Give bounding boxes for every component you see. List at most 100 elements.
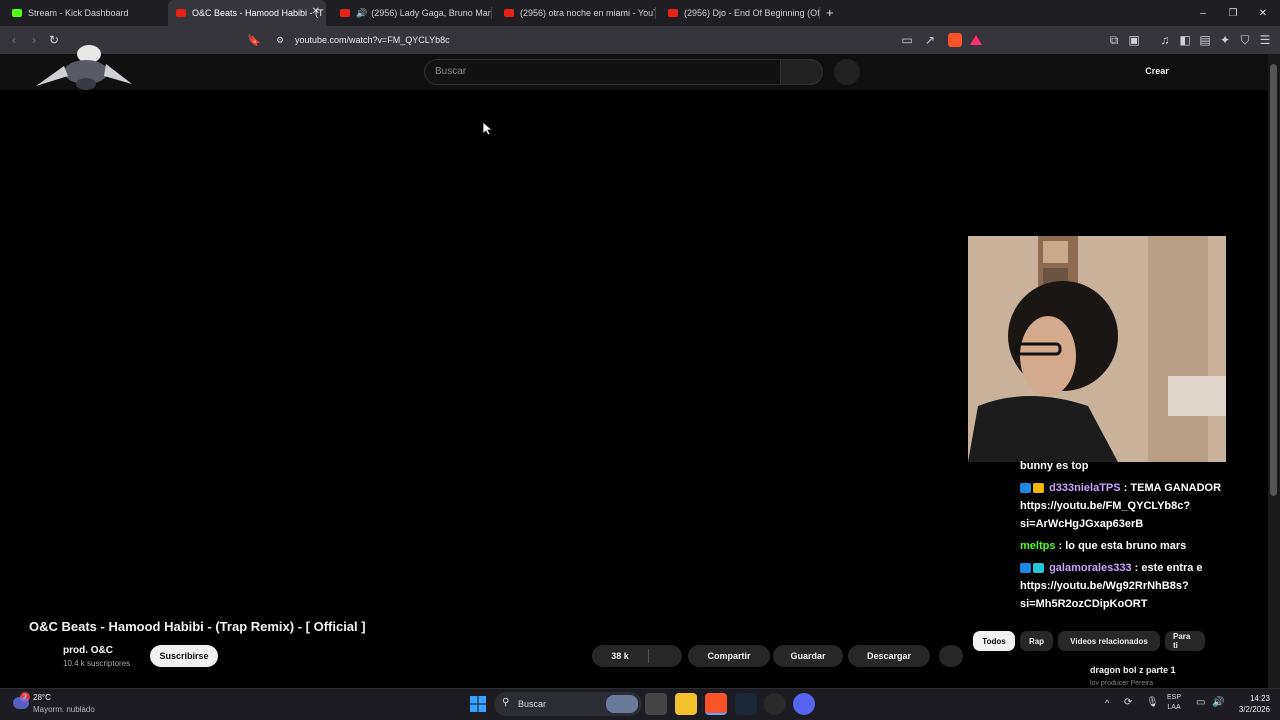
leo-ai-icon[interactable]: ✦ xyxy=(1215,26,1235,54)
channel-name[interactable]: prod. O&C xyxy=(63,645,113,656)
share-button[interactable]: Compartir xyxy=(688,645,770,667)
wallet-icon[interactable]: ▤ xyxy=(1195,26,1215,54)
chat-text: : lo que esta bruno mars xyxy=(1055,540,1187,552)
tab-lady-gaga[interactable]: 🔊 (2956) Lady Gaga, Bruno Mars - D xyxy=(332,0,492,26)
new-tab-button[interactable]: + xyxy=(826,5,834,20)
search-input[interactable]: Buscar xyxy=(424,59,781,85)
brave-browser-icon[interactable] xyxy=(705,693,727,715)
scrollbar-thumb[interactable] xyxy=(1270,64,1277,496)
like-button[interactable]: 38 k xyxy=(592,651,648,661)
subscriber-count: 10.4 k suscriptores xyxy=(63,659,131,668)
minimize-button[interactable]: – xyxy=(1188,0,1218,26)
browser-toolbar xyxy=(0,26,1280,54)
tab-kick-dashboard[interactable]: Stream - Kick Dashboard xyxy=(4,0,166,26)
language-indicator[interactable]: ESP LAA xyxy=(1167,693,1181,713)
chip-videos-relacionados[interactable]: Videos relacionados xyxy=(1058,631,1160,651)
weather-description[interactable]: Mayorm. nublado xyxy=(33,705,95,714)
chat-username: meltps xyxy=(1020,540,1056,552)
search-button[interactable] xyxy=(780,59,823,85)
screenshot-icon[interactable]: ▣ xyxy=(1124,26,1144,54)
tab-hamood-habibi[interactable]: O&C Beats - Hamood Habibi - (T ✕ xyxy=(168,0,326,26)
cloud-icon xyxy=(13,697,29,709)
share-icon[interactable]: ↗ xyxy=(920,26,940,54)
mouse-cursor-icon xyxy=(482,121,494,141)
weather-temperature[interactable]: 28°C xyxy=(33,693,51,702)
dislike-button[interactable] xyxy=(649,645,682,667)
more-actions-button[interactable] xyxy=(939,645,963,667)
windows-start-icon[interactable] xyxy=(470,696,486,712)
tab-label: O&C Beats - Hamood Habibi - (T xyxy=(192,8,324,18)
webcam-overlay xyxy=(968,236,1226,462)
back-icon[interactable]: ‹ xyxy=(4,26,24,54)
close-tab-icon[interactable]: ✕ xyxy=(312,6,320,17)
chat-message: meltps : lo que esta bruno mars xyxy=(1020,537,1230,555)
clock-time: 14:23 xyxy=(1249,694,1270,703)
tab-otra-noche[interactable]: (2956) otra noche en miami - YouTub xyxy=(496,0,656,26)
discord-icon[interactable] xyxy=(793,693,815,715)
task-view-icon[interactable] xyxy=(645,693,667,715)
youtube-icon xyxy=(504,9,514,17)
youtube-icon xyxy=(668,9,678,17)
crown-badge-icon xyxy=(1033,483,1044,494)
search-icon: ⚲ xyxy=(502,697,510,708)
maximize-button[interactable]: ❐ xyxy=(1218,0,1248,26)
taskbar-search-label: Buscar xyxy=(518,699,547,709)
chip-rap[interactable]: Rap xyxy=(1020,631,1053,651)
tab-label: (2956) Lady Gaga, Bruno Mars - D xyxy=(371,8,492,18)
tab-djo[interactable]: (2956) Djo - End Of Beginning (Offici xyxy=(660,0,820,26)
related-video-title[interactable]: dragon bol z parte 1 xyxy=(1090,665,1176,675)
bookmark-icon[interactable]: 🔖 xyxy=(244,26,264,54)
tab-label: Stream - Kick Dashboard xyxy=(28,8,129,18)
search-highlight-icon xyxy=(606,695,638,713)
chat-text: bunny es top xyxy=(1020,460,1089,472)
sidebar-icon[interactable]: ◧ xyxy=(1175,26,1195,54)
app-icon[interactable] xyxy=(764,693,786,715)
menu-icon[interactable]: ☰ xyxy=(1255,26,1275,54)
media-icon[interactable]: ♫ xyxy=(1155,26,1175,54)
chat-message: d333nielaTPS : TEMA GANADOR https://yout… xyxy=(1020,479,1230,533)
microphone-icon[interactable]: 🎙 xyxy=(1146,697,1159,708)
extensions-icon[interactable]: ⧉ xyxy=(1104,26,1124,54)
brave-rewards-icon[interactable] xyxy=(970,35,982,45)
subscribe-button[interactable]: Suscribirse xyxy=(150,645,218,667)
stream-chat-overlay: bunny es top d333nielaTPS : TEMA GANADOR… xyxy=(1020,457,1230,617)
channel-avatar[interactable] xyxy=(29,643,55,669)
chat-message: galamorales333 : este entra e https://yo… xyxy=(1020,559,1230,613)
kick-icon xyxy=(12,9,22,17)
badge-icon xyxy=(1020,483,1031,494)
chip-todos[interactable]: Todos xyxy=(973,631,1015,651)
system-clock[interactable]: 14:23 3/2/2026 xyxy=(1230,693,1270,715)
badge-icon xyxy=(1020,563,1031,574)
tab-label: (2956) Djo - End Of Beginning (Offici xyxy=(684,8,820,18)
taskbar-search[interactable]: ⚲ Buscar xyxy=(494,692,642,716)
chat-username: d333nielaTPS xyxy=(1049,482,1121,494)
brave-shields-icon[interactable] xyxy=(948,33,962,47)
volume-icon[interactable]: 🔊 xyxy=(1212,697,1224,708)
keyboard-layout: LAA xyxy=(1167,704,1181,711)
network-icon[interactable]: ▭ xyxy=(1196,697,1205,708)
subscriber-badge-icon xyxy=(1033,563,1044,574)
steam-icon[interactable] xyxy=(735,693,757,715)
chat-username: galamorales333 xyxy=(1049,562,1132,574)
youtube-icon xyxy=(340,9,350,17)
speaker-icon: 🔊 xyxy=(356,7,368,18)
address-bar[interactable]: youtube.com/watch?v=FM_QYCLYb8c xyxy=(295,35,450,45)
download-button[interactable]: Descargar xyxy=(848,645,930,667)
close-window-button[interactable]: ✕ xyxy=(1248,0,1278,26)
file-explorer-icon[interactable] xyxy=(675,693,697,715)
related-video-channel[interactable]: lov producer Pereira xyxy=(1090,680,1153,687)
voice-search-button[interactable] xyxy=(834,59,860,85)
video-title: O&C Beats - Hamood Habibi - (Trap Remix)… xyxy=(29,619,366,634)
save-button[interactable]: Guardar xyxy=(773,645,843,667)
cast-icon[interactable]: ▭ xyxy=(897,26,917,54)
create-button[interactable]: Crear xyxy=(1133,61,1181,81)
vpn-icon[interactable]: ⛉ xyxy=(1235,26,1255,54)
tray-overflow-icon[interactable]: ^ xyxy=(1105,698,1109,708)
site-settings-icon[interactable]: ⚙ xyxy=(270,26,290,54)
chat-message: bunny es top xyxy=(1020,457,1230,475)
like-dislike-group: 38 k xyxy=(592,645,682,667)
language-code: ESP xyxy=(1167,694,1182,701)
chip-para-ti[interactable]: Para ti xyxy=(1165,631,1205,651)
tray-app-icon[interactable]: ⟳ xyxy=(1124,697,1132,708)
youtube-icon xyxy=(176,9,186,17)
